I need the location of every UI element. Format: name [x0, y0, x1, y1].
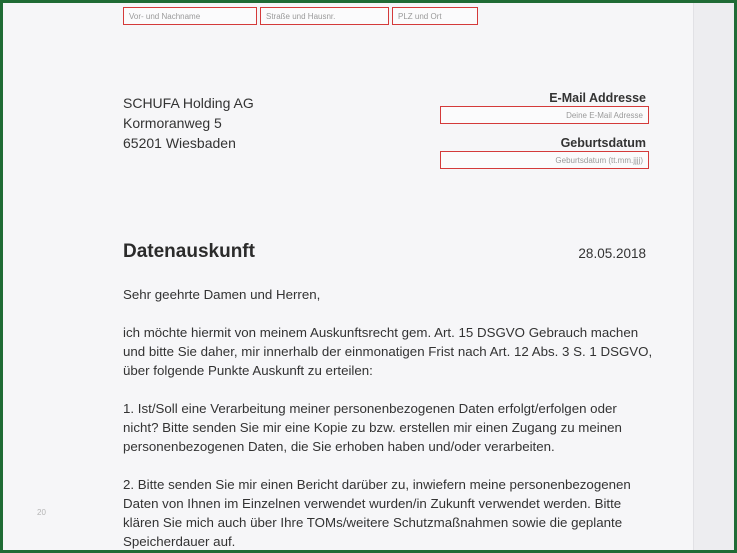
sender-city-placeholder: PLZ und Ort [398, 11, 442, 21]
recipient-line-2: Kormoranweg 5 [123, 115, 222, 131]
sender-name-placeholder: Vor- und Nachname [129, 11, 201, 21]
right-margin-strip [693, 3, 734, 550]
email-field[interactable]: Deine E-Mail Adresse [440, 106, 649, 124]
letter-paragraph-2: 2. Bitte senden Sie mir einen Bericht da… [123, 477, 631, 549]
letter-page: Vor- und Nachname Straße und Hausnr. PLZ… [3, 3, 693, 550]
recipient-address: SCHUFA Holding AG Kormoranweg 5 65201 Wi… [123, 93, 254, 153]
birthdate-field[interactable]: Geburtsdatum (tt.mm.jjjj) [440, 151, 649, 169]
letter-title: Datenauskunft [123, 241, 255, 262]
recipient-line-1: SCHUFA Holding AG [123, 95, 254, 111]
sender-street-field[interactable]: Straße und Hausnr. [260, 7, 389, 25]
sender-street-placeholder: Straße und Hausnr. [266, 11, 336, 21]
recipient-line-3: 65201 Wiesbaden [123, 135, 236, 151]
letter-date: 28.05.2018 [578, 246, 646, 261]
letter-paragraph-1: 1. Ist/Soll eine Verarbeitung meiner per… [123, 401, 622, 454]
letter-paragraph-intro: ich möchte hiermit von meinem Auskunftsr… [123, 325, 653, 378]
letter-body: Sehr geehrte Damen und Herren, ich möcht… [123, 285, 653, 550]
page-number: 20 [37, 508, 46, 517]
birthdate-label: Geburtsdatum [560, 136, 646, 150]
sender-name-field[interactable]: Vor- und Nachname [123, 7, 257, 25]
document-frame: Vor- und Nachname Straße und Hausnr. PLZ… [3, 3, 734, 550]
email-label: E-Mail Addresse [549, 91, 646, 105]
email-placeholder: Deine E-Mail Adresse [566, 110, 643, 120]
birthdate-placeholder: Geburtsdatum (tt.mm.jjjj) [555, 155, 643, 165]
letter-greeting: Sehr geehrte Damen und Herren, [123, 287, 321, 302]
sender-city-field[interactable]: PLZ und Ort [392, 7, 478, 25]
